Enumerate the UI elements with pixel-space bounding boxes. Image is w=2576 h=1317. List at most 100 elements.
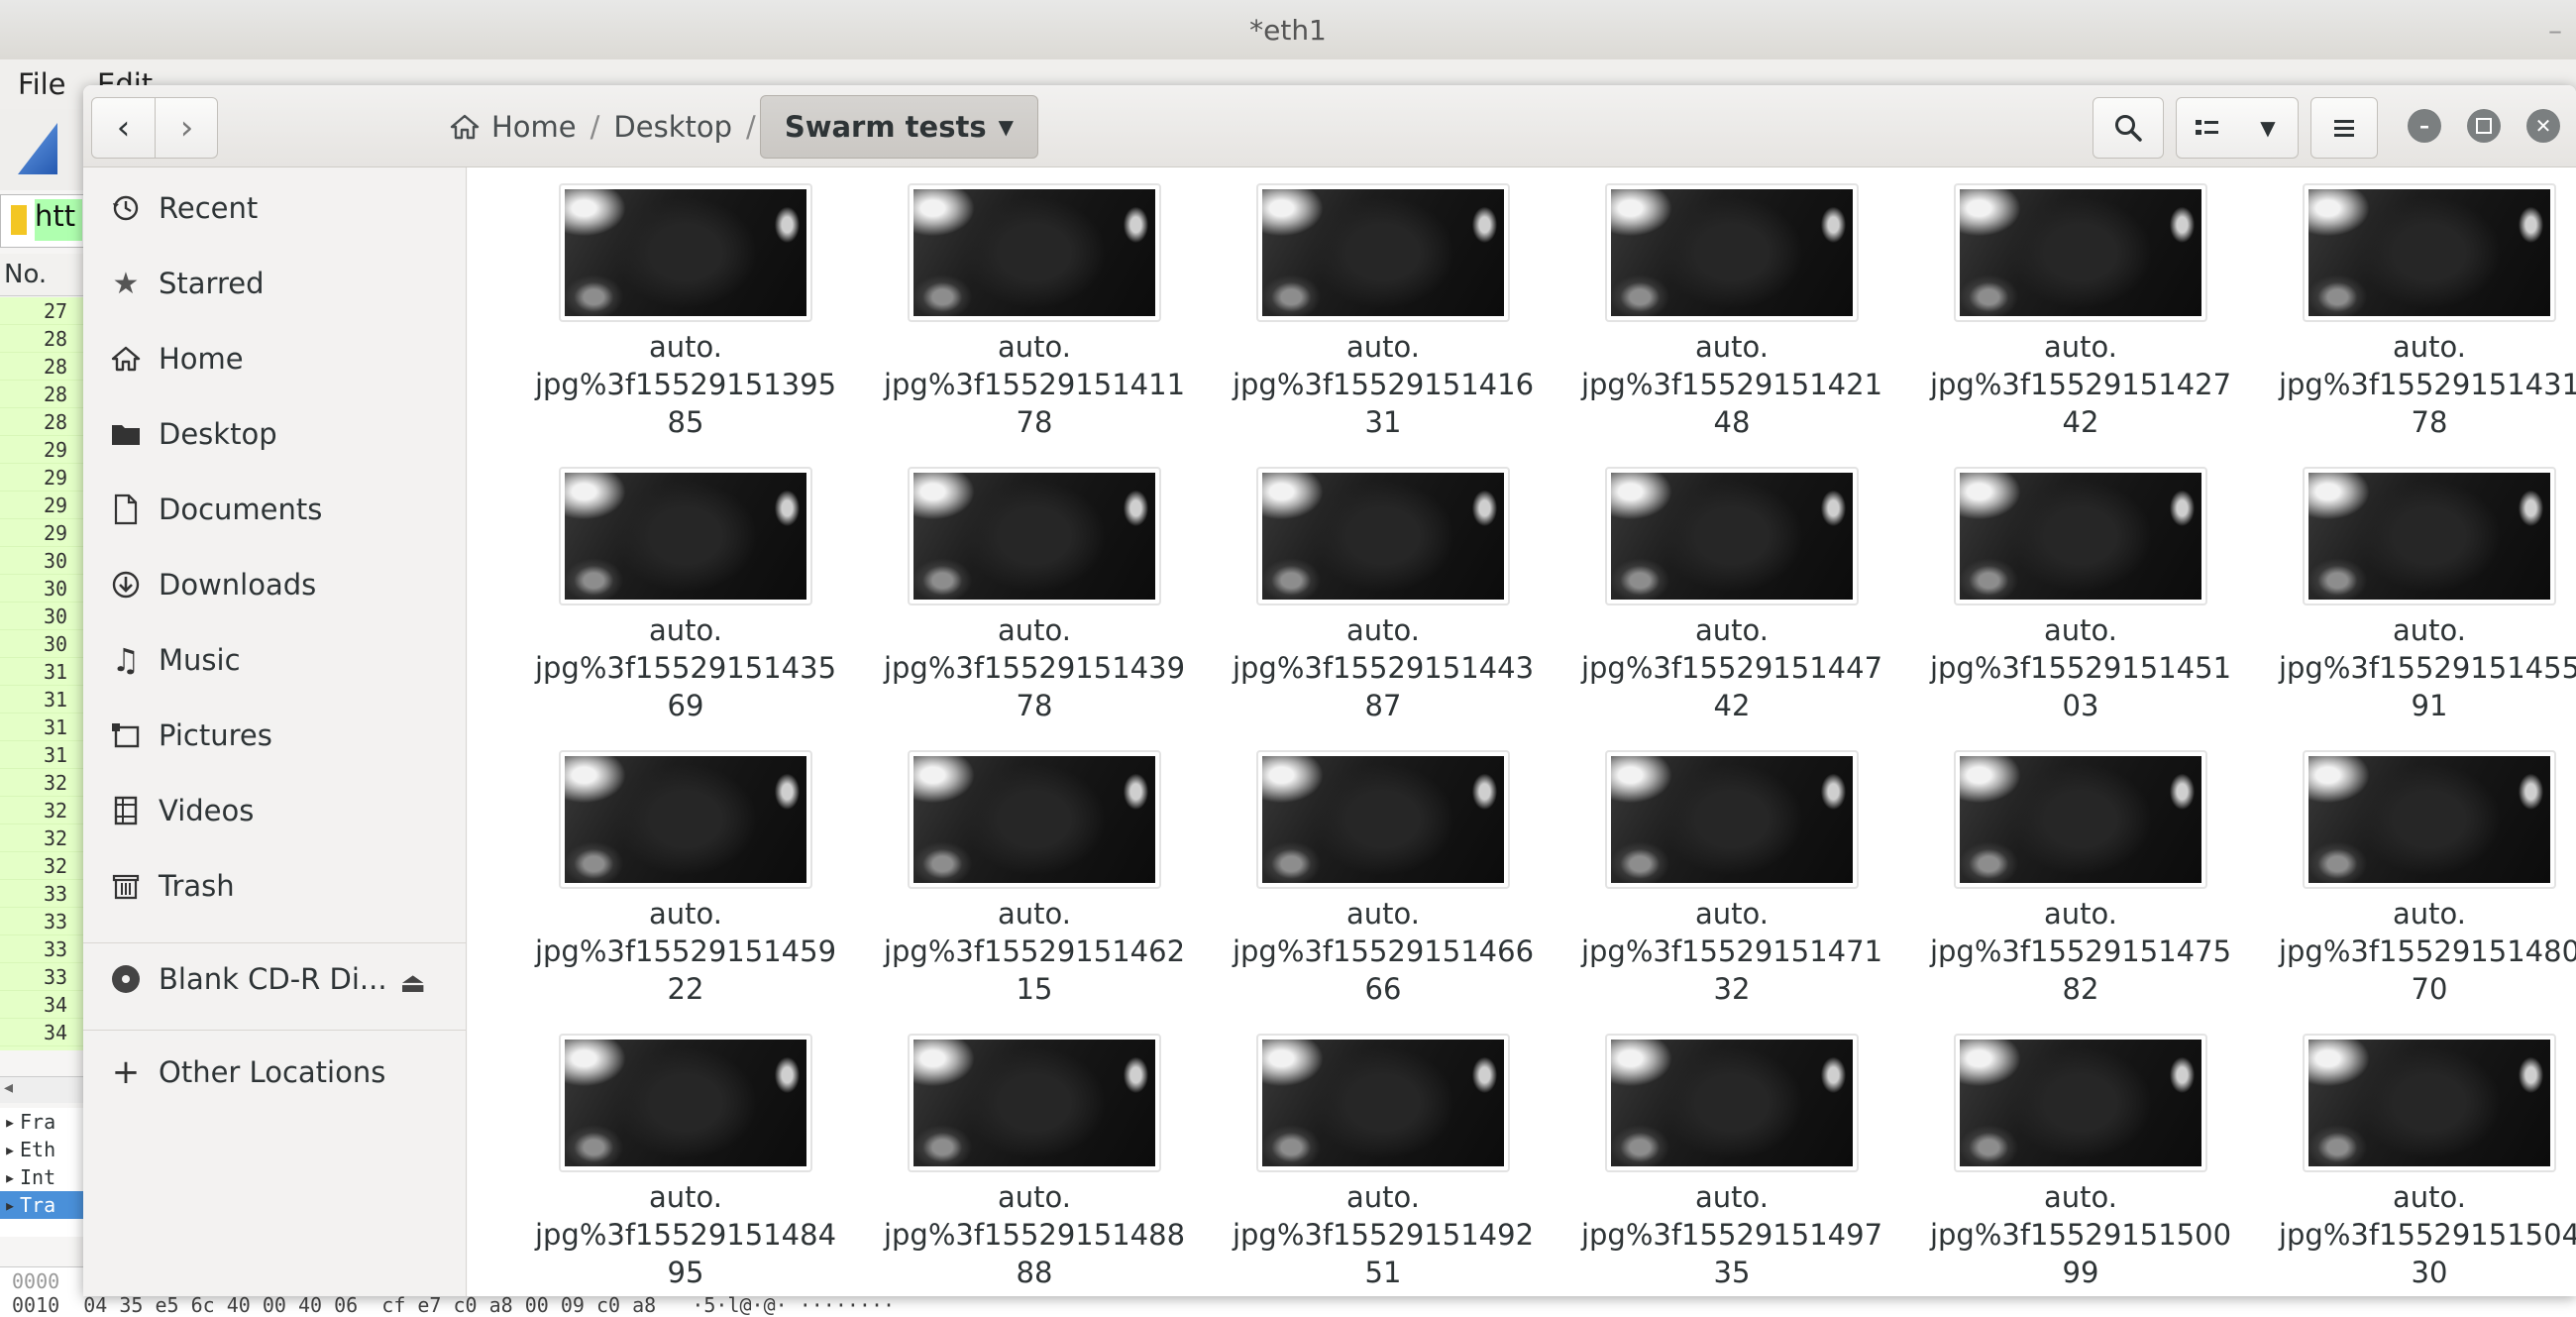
packet-row[interactable]: 29 bbox=[0, 492, 83, 519]
packet-row[interactable]: 32 bbox=[0, 769, 83, 797]
breadcrumb-current-folder[interactable]: Swarm tests ▼ bbox=[759, 95, 1038, 159]
file-item[interactable]: auto. jpg%3f15529151466 66 bbox=[1195, 736, 1534, 1006]
file-item[interactable]: auto. jpg%3f15529151421 48 bbox=[1544, 169, 1882, 439]
packet-row[interactable]: 34 bbox=[0, 991, 83, 1019]
packet-list-hscrollbar[interactable]: ◂ bbox=[0, 1076, 87, 1103]
forward-button[interactable]: › bbox=[156, 98, 218, 158]
packet-row[interactable]: 30 bbox=[0, 547, 83, 575]
home-icon bbox=[450, 114, 480, 140]
file-icon-view[interactable]: auto. jpg%3f15529151395 85 auto. jpg%3f15529… bbox=[468, 167, 2576, 1296]
packet-row[interactable]: 30 bbox=[0, 603, 83, 630]
file-item[interactable]: auto. jpg%3f15529151411 78 bbox=[846, 169, 1185, 439]
sidebar-item-videos[interactable]: Videos bbox=[83, 780, 466, 841]
column-header-no[interactable]: No. bbox=[4, 260, 47, 289]
search-button[interactable] bbox=[2093, 97, 2164, 159]
breadcrumb-home[interactable]: Home bbox=[440, 110, 587, 144]
file-item[interactable]: auto. jpg%3f15529151443 87 bbox=[1195, 453, 1534, 722]
file-item[interactable]: auto. jpg%3f15529151484 95 bbox=[497, 1020, 836, 1289]
menu-file[interactable]: File bbox=[18, 67, 66, 101]
packet-row[interactable]: 28 bbox=[0, 353, 83, 381]
packet-row[interactable]: 31 bbox=[0, 741, 83, 769]
detail-row-internet[interactable]: Int bbox=[0, 1163, 83, 1191]
sidebar-item-downloads[interactable]: Downloads bbox=[83, 554, 466, 615]
file-item[interactable]: auto. jpg%3f15529151504 30 bbox=[2241, 1020, 2576, 1289]
sidebar-item-music[interactable]: ♫ Music bbox=[83, 629, 466, 691]
packet-row[interactable]: 32 bbox=[0, 824, 83, 852]
packet-row[interactable]: 31 bbox=[0, 713, 83, 741]
file-item[interactable]: auto. jpg%3f15529151500 99 bbox=[1892, 1020, 2231, 1289]
chevron-left-icon: ‹ bbox=[116, 108, 131, 148]
packet-row[interactable]: 28 bbox=[0, 325, 83, 353]
display-filter-bar[interactable]: htt bbox=[0, 194, 85, 248]
detail-row-ethernet[interactable]: Eth bbox=[0, 1136, 83, 1163]
packet-row[interactable]: 29 bbox=[0, 436, 83, 464]
packet-row[interactable]: 32 bbox=[0, 797, 83, 824]
file-item[interactable]: auto. jpg%3f15529151492 51 bbox=[1195, 1020, 1534, 1289]
background-minimize-icon[interactable]: – bbox=[2548, 14, 2562, 47]
file-item[interactable]: auto. jpg%3f15529151459 22 bbox=[497, 736, 836, 1006]
view-dropdown-button[interactable]: ▼ bbox=[2238, 98, 2298, 158]
file-name-line: auto. bbox=[2393, 897, 2466, 931]
packet-row[interactable]: 29 bbox=[0, 519, 83, 547]
packet-row[interactable]: 33 bbox=[0, 908, 83, 935]
sidebar-item-trash[interactable]: Trash bbox=[83, 855, 466, 917]
file-item[interactable]: auto. jpg%3f15529151395 85 bbox=[497, 169, 836, 439]
packet-row[interactable]: 32 bbox=[0, 852, 83, 880]
detail-row-transport[interactable]: Tra bbox=[0, 1191, 83, 1219]
close-icon: ✕ bbox=[2534, 114, 2552, 138]
eject-icon[interactable]: ⏏ bbox=[400, 966, 426, 999]
file-item[interactable]: auto. jpg%3f15529151447 42 bbox=[1544, 453, 1882, 722]
packet-row[interactable]: 30 bbox=[0, 575, 83, 603]
file-name-line: jpg%3f15529151451 bbox=[1929, 651, 2232, 685]
detail-row-frame[interactable]: Fra bbox=[0, 1108, 83, 1136]
sidebar-item-home[interactable]: Home bbox=[83, 328, 466, 389]
file-item[interactable]: auto. jpg%3f15529151455 91 bbox=[2241, 453, 2576, 722]
shark-fin-icon[interactable] bbox=[18, 123, 57, 174]
packet-row[interactable]: 33 bbox=[0, 935, 83, 963]
file-name: auto. jpg%3f15529151411 78 bbox=[866, 328, 1203, 441]
sidebar-item-recent[interactable]: Recent bbox=[83, 177, 466, 239]
file-item[interactable]: auto. jpg%3f15529151462 15 bbox=[846, 736, 1185, 1006]
packet-row[interactable]: 27 bbox=[0, 297, 83, 325]
sidebar-item-cdr-drive[interactable]: Blank CD-R Di... ⏏ bbox=[83, 948, 466, 1010]
trash-icon bbox=[109, 869, 143, 903]
sidebar-item-desktop[interactable]: Desktop bbox=[83, 403, 466, 465]
file-item[interactable]: auto. jpg%3f15529151451 03 bbox=[1892, 453, 2231, 722]
maximize-button[interactable] bbox=[2467, 109, 2501, 143]
close-button[interactable]: ✕ bbox=[2526, 109, 2560, 143]
sidebar-item-other-locations[interactable]: + Other Locations bbox=[83, 1042, 466, 1103]
sidebar-item-label: Blank CD-R Di... bbox=[159, 962, 387, 996]
packet-row[interactable]: 28 bbox=[0, 408, 83, 436]
file-item[interactable]: auto. jpg%3f15529151427 42 bbox=[1892, 169, 2231, 439]
packet-row[interactable]: 34 bbox=[0, 1019, 83, 1046]
list-view-button[interactable] bbox=[2177, 98, 2238, 158]
menu-button[interactable] bbox=[2310, 97, 2378, 159]
file-item[interactable]: auto. jpg%3f15529151480 70 bbox=[2241, 736, 2576, 1006]
sidebar-item-pictures[interactable]: Pictures bbox=[83, 705, 466, 766]
packet-list[interactable]: 27 28 28 28 28 29 29 29 29 30 30 30 30 31 31 31 31 32 32 32… bbox=[0, 297, 83, 1050]
file-item[interactable]: auto. jpg%3f15529151435 69 bbox=[497, 453, 836, 722]
minimize-button[interactable]: – bbox=[2408, 109, 2441, 143]
packet-row[interactable]: 29 bbox=[0, 464, 83, 492]
file-item[interactable]: auto. jpg%3f15529151497 35 bbox=[1544, 1020, 1882, 1289]
file-item[interactable]: auto. jpg%3f15529151431 78 bbox=[2241, 169, 2576, 439]
packet-row[interactable]: 31 bbox=[0, 658, 83, 686]
file-item[interactable]: auto. jpg%3f15529151416 31 bbox=[1195, 169, 1534, 439]
display-filter-input[interactable]: htt bbox=[35, 199, 82, 241]
packet-row[interactable]: 33 bbox=[0, 880, 83, 908]
file-item[interactable]: auto. jpg%3f15529151471 32 bbox=[1544, 736, 1882, 1006]
packet-row[interactable]: 31 bbox=[0, 686, 83, 713]
back-button[interactable]: ‹ bbox=[92, 98, 155, 158]
packet-row[interactable]: 28 bbox=[0, 381, 83, 408]
sidebar-item-starred[interactable]: ★ Starred bbox=[83, 253, 466, 314]
sidebar-item-documents[interactable]: Documents bbox=[83, 479, 466, 540]
bookmark-icon[interactable] bbox=[11, 205, 27, 235]
packet-row[interactable]: 33 bbox=[0, 963, 83, 991]
file-item[interactable]: auto. jpg%3f15529151475 82 bbox=[1892, 736, 2231, 1006]
file-item[interactable]: auto. jpg%3f15529151488 88 bbox=[846, 1020, 1185, 1289]
breadcrumb-desktop[interactable]: Desktop bbox=[603, 110, 742, 144]
packet-row[interactable]: 30 bbox=[0, 630, 83, 658]
file-item[interactable]: auto. jpg%3f15529151439 78 bbox=[846, 453, 1185, 722]
places-sidebar: Recent ★ Starred Home Desktop Documents bbox=[83, 167, 467, 1296]
packet-details[interactable]: Fra Eth Int Tra bbox=[0, 1108, 83, 1237]
